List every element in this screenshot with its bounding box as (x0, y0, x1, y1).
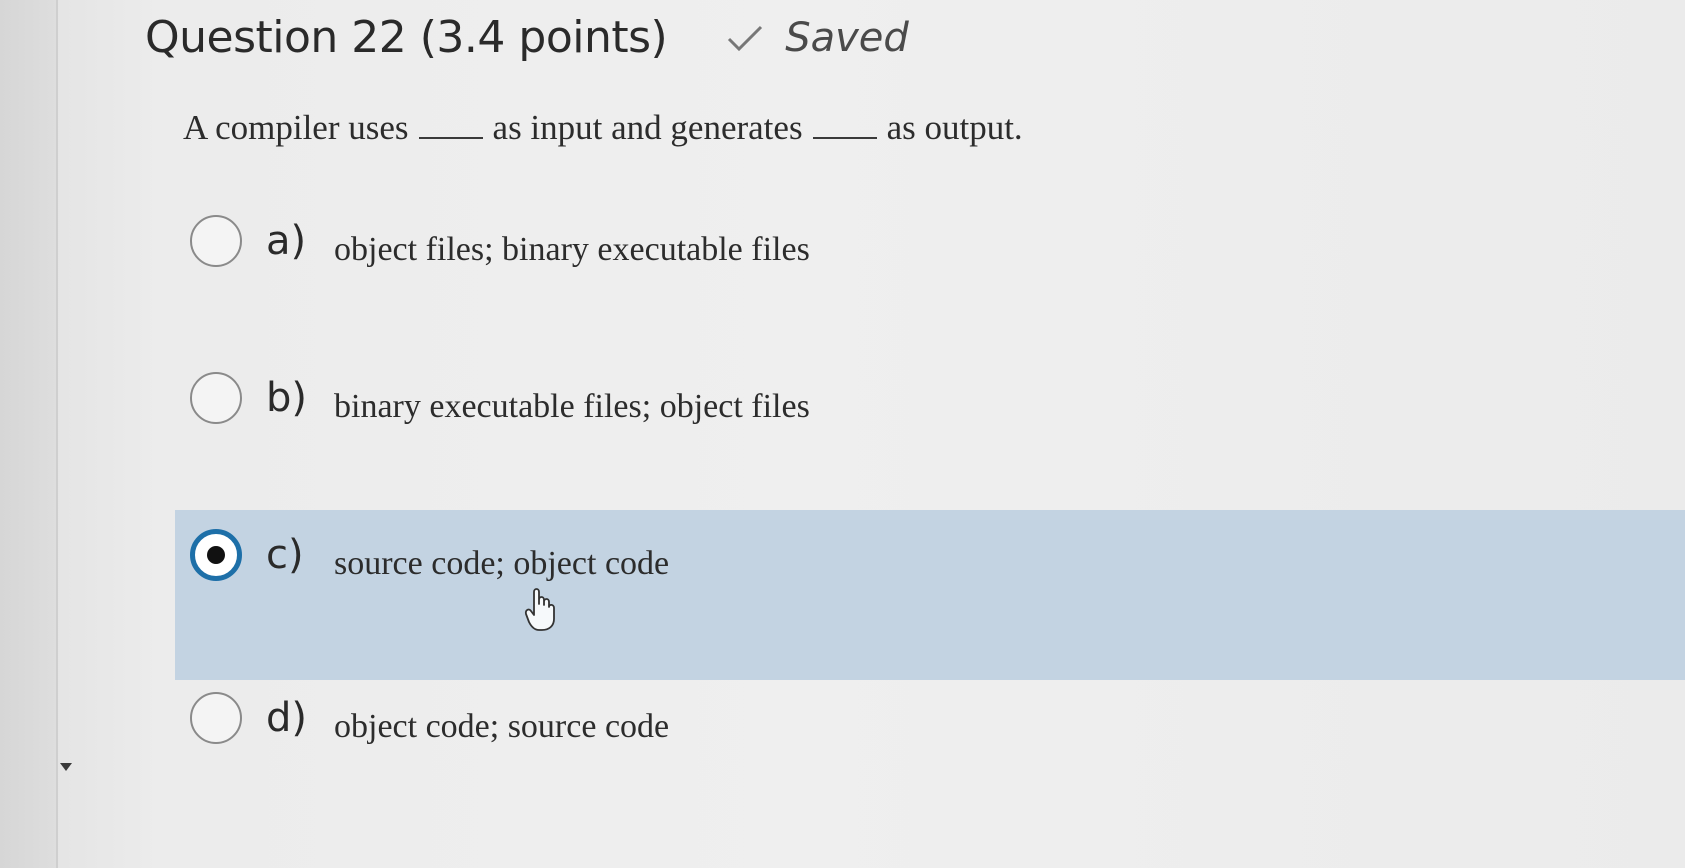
question-prompt: A compiler uses as input and generates as … (183, 108, 1023, 148)
prompt-text-2: as input and generates (492, 108, 803, 147)
left-gutter (0, 0, 58, 868)
option-letter-c: c) (266, 532, 304, 578)
caret-down-icon[interactable] (60, 763, 72, 771)
checkmark-icon (728, 25, 763, 51)
hand-pointer-icon (524, 588, 555, 631)
prompt-text-1: A compiler uses (183, 108, 409, 147)
option-letter-b: b) (266, 375, 307, 421)
question-title: Question 22 (3.4 points) (145, 12, 668, 63)
blank-1 (418, 137, 483, 139)
option-c[interactable]: c) source code; object code (190, 520, 669, 590)
saved-status: Saved (725, 15, 909, 61)
option-text-d: object code; source code (334, 708, 670, 745)
left-divider (56, 0, 58, 868)
radio-button-d[interactable] (190, 692, 242, 744)
option-b[interactable]: b) binary executable files; object files (190, 363, 810, 433)
prompt-text-3: as output. (886, 108, 1023, 147)
option-text-c: source code; object code (334, 545, 670, 582)
question-header: Question 22 (3.4 points) Saved (145, 12, 909, 63)
blank-2 (812, 137, 877, 139)
option-a[interactable]: a) object files; binary executable files (190, 206, 810, 276)
radio-button-b[interactable] (190, 372, 242, 424)
saved-label: Saved (785, 14, 909, 61)
option-letter-a: a) (266, 218, 307, 264)
option-text-a: object files; binary executable files (334, 231, 810, 268)
option-letter-d: d) (266, 695, 307, 741)
option-d[interactable]: d) object code; source code (190, 683, 669, 753)
radio-button-a[interactable] (190, 215, 242, 267)
option-text-b: binary executable files; object files (334, 388, 810, 425)
radio-button-c-selected[interactable] (190, 529, 242, 581)
